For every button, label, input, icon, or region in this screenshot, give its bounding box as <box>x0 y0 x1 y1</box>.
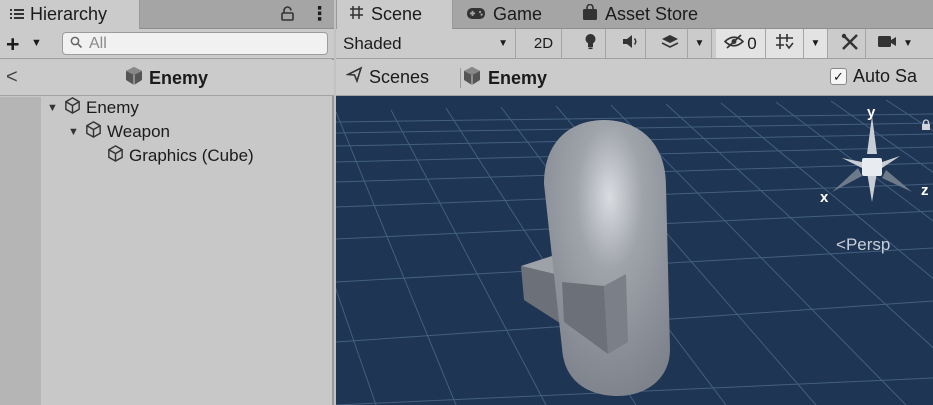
hierarchy-panel: Hierarchy ⋮ + ▼ < Enemy ▼ <box>0 0 334 405</box>
lightbulb-icon <box>584 33 597 54</box>
scene-visibility-toggle[interactable]: 0 <box>716 29 766 58</box>
search-field[interactable] <box>62 32 328 55</box>
unity-logo-icon <box>345 66 363 88</box>
list-icon <box>10 5 24 25</box>
breadcrumb-separator <box>460 68 461 88</box>
prefab-cube-icon <box>462 66 482 91</box>
autosave-toggle[interactable]: ✓ Auto Sa <box>830 66 917 87</box>
tree-item-label: Weapon <box>107 122 171 141</box>
tab-scene[interactable]: Scene <box>336 0 453 29</box>
search-input[interactable] <box>89 34 309 53</box>
tab-label: Scene <box>371 4 423 24</box>
prefab-breadcrumb: < Enemy <box>0 60 334 96</box>
chevron-down-icon[interactable]: ▼ <box>31 37 42 49</box>
breadcrumb-scenes-label: Scenes <box>369 66 430 87</box>
tab-label: Asset Store <box>605 4 699 24</box>
grid-dropdown[interactable]: ▼ <box>804 29 828 58</box>
tab-label: Game <box>493 4 543 24</box>
orientation-gizmo[interactable] <box>812 106 922 216</box>
gizmo-y-label: y <box>867 104 876 121</box>
toggle-2d-label: 2D <box>533 35 554 52</box>
draw-mode-label: Shaded <box>343 33 402 53</box>
back-arrow-icon[interactable]: < <box>6 66 18 89</box>
chevron-down-icon: ▼ <box>810 38 821 49</box>
gizmo-tools-button[interactable] <box>834 29 866 58</box>
gizmo-lock-icon[interactable] <box>921 116 931 136</box>
autosave-checkbox[interactable]: ✓ <box>830 68 847 85</box>
create-plus-icon[interactable]: + <box>6 31 19 58</box>
gizmo-z-label: z <box>921 182 929 199</box>
breadcrumb-prefab-label: Enemy <box>488 68 548 88</box>
scene-breadcrumb: Scenes Enemy ✓ Auto Sa <box>336 59 933 96</box>
expand-arrow-icon[interactable]: ▼ <box>47 102 59 114</box>
effects-dropdown[interactable]: ▼ <box>688 29 712 58</box>
perspective-icon: < <box>836 235 846 254</box>
tab-label: Hierarchy <box>30 4 108 24</box>
speaker-icon <box>622 34 640 53</box>
enemy-capsule-mesh <box>544 120 670 396</box>
breadcrumb-scenes[interactable]: Scenes <box>345 66 430 88</box>
search-icon <box>70 34 83 54</box>
lighting-toggle-button[interactable] <box>576 29 606 58</box>
scene-panel: Scene Game Asset Store Shaded ▼ 2D ▼ 0 ▼… <box>336 0 933 405</box>
tab-asset-store[interactable]: Asset Store <box>582 0 732 29</box>
tree-item-weapon[interactable]: ▼ Weapon <box>68 121 170 143</box>
grid-icon <box>349 4 364 25</box>
eye-slash-icon <box>724 34 745 53</box>
tree-item-label: Enemy <box>86 98 139 117</box>
audio-toggle-button[interactable] <box>616 29 646 58</box>
grid-snap-icon <box>775 33 795 55</box>
autosave-label: Auto Sa <box>853 66 918 86</box>
scene-viewport[interactable]: y x z <Persp <box>336 96 933 405</box>
grid-toggle-button[interactable] <box>766 29 804 58</box>
hierarchy-tree: ▼ Enemy ▼ Weapon Graphics (Cube) <box>0 97 334 405</box>
projection-toggle[interactable]: <Persp <box>836 235 890 255</box>
tree-item-graphics-cube[interactable]: Graphics (Cube) <box>106 145 254 167</box>
gamepad-icon <box>466 4 486 25</box>
tools-icon <box>841 33 859 55</box>
lock-icon[interactable] <box>281 6 294 26</box>
tab-game[interactable]: Game <box>466 0 576 29</box>
hierarchy-tab-bar: Hierarchy ⋮ <box>0 0 334 29</box>
scene-toolbar: Shaded ▼ 2D ▼ 0 ▼ ▼ <box>336 29 933 59</box>
expand-arrow-icon[interactable]: ▼ <box>68 126 80 138</box>
gameobject-cube-icon <box>106 144 125 168</box>
prefab-cube-icon <box>124 66 144 91</box>
projection-label: Persp <box>845 235 891 254</box>
tree-item-enemy[interactable]: ▼ Enemy <box>47 97 139 119</box>
gameobject-cube-icon <box>63 96 82 120</box>
gameobject-cube-icon <box>84 120 103 144</box>
breadcrumb-title[interactable]: Enemy <box>124 66 208 91</box>
hidden-count: 0 <box>747 33 757 53</box>
draw-mode-dropdown[interactable]: Shaded ▼ <box>336 29 516 58</box>
toggle-2d-button[interactable]: 2D <box>526 29 562 58</box>
shopping-bag-icon <box>582 3 598 26</box>
tree-gutter <box>0 97 41 405</box>
breadcrumb-prefab[interactable]: Enemy <box>462 66 547 91</box>
chevron-down-icon: ▼ <box>694 38 705 49</box>
camera-icon <box>877 35 897 52</box>
effects-toggle-button[interactable] <box>652 29 688 58</box>
tab-hierarchy[interactable]: Hierarchy <box>0 0 140 29</box>
tree-item-label: Graphics (Cube) <box>129 146 254 165</box>
camera-dropdown[interactable]: ▼ <box>872 29 918 58</box>
chevron-down-icon: ▼ <box>498 38 508 49</box>
more-options-icon[interactable]: ⋮ <box>310 3 329 26</box>
chevron-down-icon: ▼ <box>903 38 913 49</box>
hierarchy-toolbar: + ▼ <box>0 29 334 59</box>
layers-icon <box>661 34 679 54</box>
scene-tab-bar: Scene Game Asset Store <box>336 0 933 29</box>
gizmo-x-label: x <box>820 189 829 206</box>
breadcrumb-label: Enemy <box>149 68 209 88</box>
